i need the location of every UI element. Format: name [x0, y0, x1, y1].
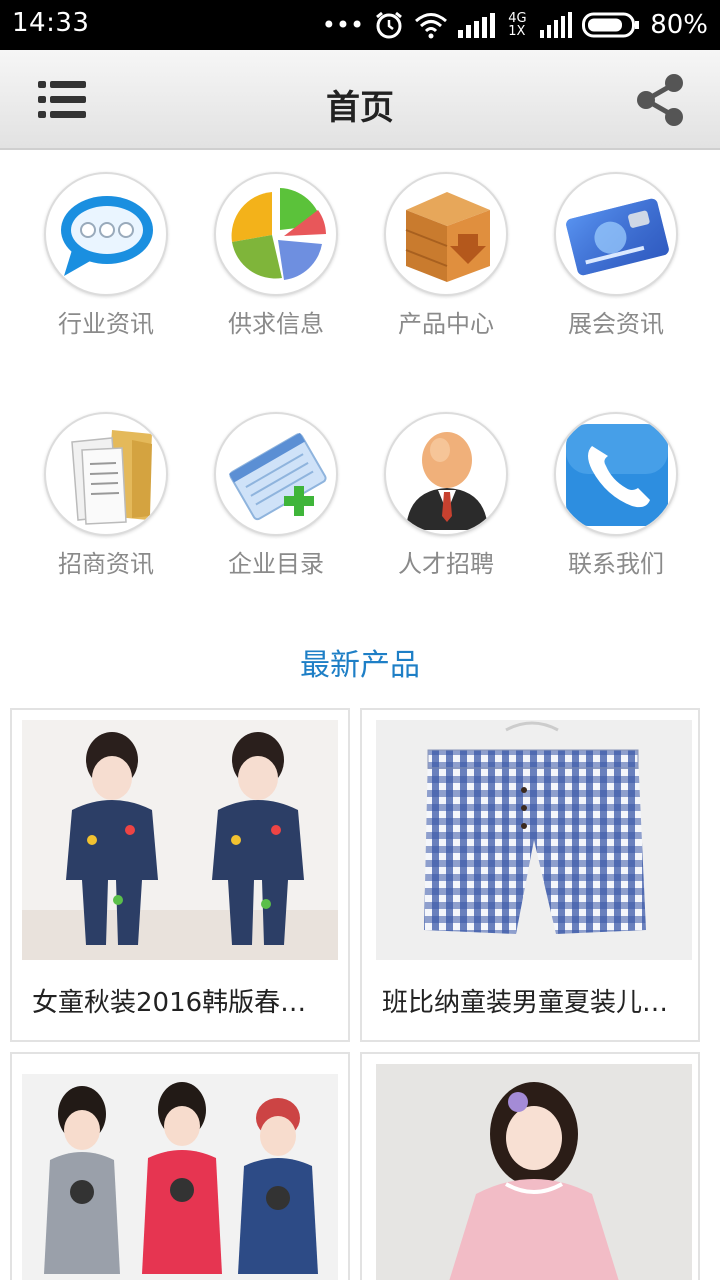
- signal-bars-icon: [458, 13, 496, 38]
- category-icon-circle: [44, 172, 168, 296]
- network-type: 4G 1X: [508, 11, 527, 39]
- category-icon-circle: [554, 412, 678, 536]
- chat-bubble-icon: [61, 196, 153, 276]
- product-image: [376, 720, 692, 960]
- more-dots: •••: [321, 11, 365, 39]
- category-icon-circle: [554, 172, 678, 296]
- share-icon: [637, 74, 683, 126]
- category-supply-demand[interactable]: 供求信息: [190, 172, 360, 372]
- category-exhibition[interactable]: 展会资讯: [530, 172, 700, 372]
- category-icon-circle: [384, 412, 508, 536]
- product-title: 女童秋装2016韩版春装新款: [32, 988, 332, 1018]
- phone-icon: [566, 424, 668, 526]
- section-title-latest-products: 最新产品: [300, 648, 420, 683]
- category-icon-circle: [214, 172, 338, 296]
- alarm-icon: [376, 11, 403, 39]
- documents-icon: [71, 430, 152, 525]
- pie-chart-icon: [231, 188, 326, 280]
- product-title: 班比纳童装男童夏装儿童裤: [382, 988, 682, 1018]
- person-icon: [406, 432, 488, 530]
- category-industry-news[interactable]: 行业资讯: [20, 172, 190, 372]
- category-investment[interactable]: 招商资讯: [20, 412, 190, 612]
- category-icon-circle: [44, 412, 168, 536]
- status-time: 14:33: [12, 8, 90, 38]
- battery-percent: 80%: [650, 10, 708, 40]
- category-label: 招商资讯: [58, 550, 154, 578]
- category-product-center[interactable]: 产品中心: [360, 172, 530, 372]
- category-enterprise-directory[interactable]: 企业目录: [190, 412, 360, 612]
- category-label: 展会资讯: [568, 310, 664, 338]
- notepad-add-icon: [228, 432, 327, 521]
- status-bar: 14:33 ••• 4G 1X 80%: [0, 0, 720, 50]
- product-card[interactable]: 班比纳童装男童夏装儿童裤: [360, 708, 700, 1042]
- category-icon-circle: [214, 412, 338, 536]
- share-button[interactable]: [632, 72, 690, 128]
- category-label: 联系我们: [568, 550, 664, 578]
- product-card[interactable]: [10, 1052, 350, 1280]
- category-label: 供求信息: [228, 310, 324, 338]
- category-icon-circle: [384, 172, 508, 296]
- product-image: [376, 1064, 692, 1280]
- product-image: [22, 720, 338, 960]
- wifi-icon: [415, 13, 448, 39]
- card-icon: [566, 198, 669, 276]
- category-label: 产品中心: [398, 310, 494, 338]
- product-card[interactable]: [360, 1052, 700, 1280]
- category-recruitment[interactable]: 人才招聘: [360, 412, 530, 612]
- product-card[interactable]: 女童秋装2016韩版春装新款: [10, 708, 350, 1042]
- battery-icon: [582, 12, 640, 38]
- category-label: 企业目录: [228, 550, 324, 578]
- category-label: 行业资讯: [58, 310, 154, 338]
- product-image: [22, 1074, 338, 1280]
- status-icons: ••• 4G 1X 80%: [322, 8, 708, 42]
- page-title: 首页: [326, 88, 394, 128]
- category-label: 人才招聘: [398, 550, 494, 578]
- signal-icon: [540, 12, 573, 38]
- box-icon: [405, 192, 490, 282]
- category-contact-us[interactable]: 联系我们: [530, 412, 700, 612]
- app-header: 首页: [0, 50, 720, 150]
